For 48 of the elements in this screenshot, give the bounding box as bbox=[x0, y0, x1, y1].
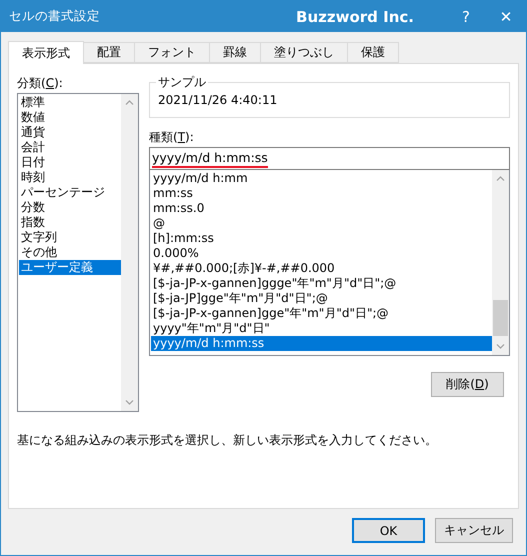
category-item[interactable]: パーセンテージ bbox=[19, 185, 121, 200]
category-item[interactable]: 分数 bbox=[19, 200, 121, 215]
format-item[interactable]: ¥#,##0.000;[赤]¥-#,##0.000 bbox=[151, 261, 492, 276]
ok-button[interactable]: OK bbox=[352, 518, 425, 543]
description-text: 基になる組み込みの表示形式を選択し、新しい表示形式を入力してください。 bbox=[17, 432, 438, 449]
category-item[interactable]: 数値 bbox=[19, 110, 121, 125]
format-item[interactable]: mm:ss.0 bbox=[151, 201, 492, 216]
category-item[interactable]: 日付 bbox=[19, 155, 121, 170]
brand-label: Buzzword Inc. bbox=[296, 8, 414, 26]
sample-label: サンプル bbox=[157, 74, 207, 91]
category-item[interactable]: ユーザー定義 bbox=[19, 260, 121, 275]
format-item[interactable]: mm:ss bbox=[151, 186, 492, 201]
format-value: yyyy/m/d h:mm:ss bbox=[152, 149, 268, 168]
sample-value: 2021/11/26 4:40:11 bbox=[158, 93, 278, 107]
format-item[interactable]: [h]:mm:ss bbox=[151, 231, 492, 246]
tab[interactable]: フォント bbox=[134, 42, 210, 63]
tab[interactable]: 塗りつぶし bbox=[260, 42, 348, 63]
help-button[interactable]: ? bbox=[446, 2, 486, 32]
category-label: 分類(C): bbox=[17, 75, 64, 92]
tab[interactable]: 罫線 bbox=[209, 42, 261, 63]
cancel-button[interactable]: キャンセル bbox=[435, 518, 513, 543]
format-item[interactable]: yyyy/m/d h:mm:ss bbox=[151, 336, 492, 351]
format-list[interactable] bbox=[149, 170, 510, 356]
scrollbar[interactable] bbox=[492, 170, 509, 355]
category-item[interactable]: 標準 bbox=[19, 95, 121, 110]
format-item[interactable]: yyyy"年"m"月"d"日" bbox=[151, 321, 492, 336]
category-item[interactable]: 指数 bbox=[19, 215, 121, 230]
delete-button[interactable]: 削除(D) bbox=[431, 372, 504, 397]
scroll-thumb[interactable] bbox=[493, 300, 508, 336]
format-item[interactable]: [$-ja-JP-x-gannen]gge"年"m"月"d"日";@ bbox=[151, 306, 492, 321]
category-item[interactable]: その他 bbox=[19, 245, 121, 260]
category-list[interactable]: 標準 数値 通貨 会計 日付 時刻 パーセンテージ 分数 指数 文字列 その他 ユーザー定義 bbox=[17, 93, 139, 412]
category-item[interactable]: 時刻 bbox=[19, 170, 121, 185]
format-item[interactable]: [$-ja-JP]gge"年"m"月"d"日";@ bbox=[151, 291, 492, 306]
category-item[interactable]: 通貨 bbox=[19, 125, 121, 140]
tab[interactable]: 配置 bbox=[83, 42, 135, 63]
format-item[interactable]: 0.000% bbox=[151, 246, 492, 261]
close-button[interactable]: ✕ bbox=[486, 2, 526, 32]
type-label: 種類(T): bbox=[149, 129, 195, 146]
scrollbar[interactable] bbox=[121, 94, 138, 411]
category-item[interactable]: 文字列 bbox=[19, 230, 121, 245]
format-item[interactable]: [$-ja-JP-x-gannen]ggge"年"m"月"d"日";@ bbox=[151, 276, 492, 291]
tab[interactable]: 保護 bbox=[347, 42, 399, 63]
window-title: セルの書式設定 bbox=[9, 8, 101, 25]
format-item[interactable]: @ bbox=[151, 216, 492, 231]
format-item[interactable]: yyyy/m/d h:mm bbox=[151, 171, 492, 186]
tab[interactable]: 表示形式 bbox=[8, 41, 84, 64]
category-item[interactable]: 会計 bbox=[19, 140, 121, 155]
